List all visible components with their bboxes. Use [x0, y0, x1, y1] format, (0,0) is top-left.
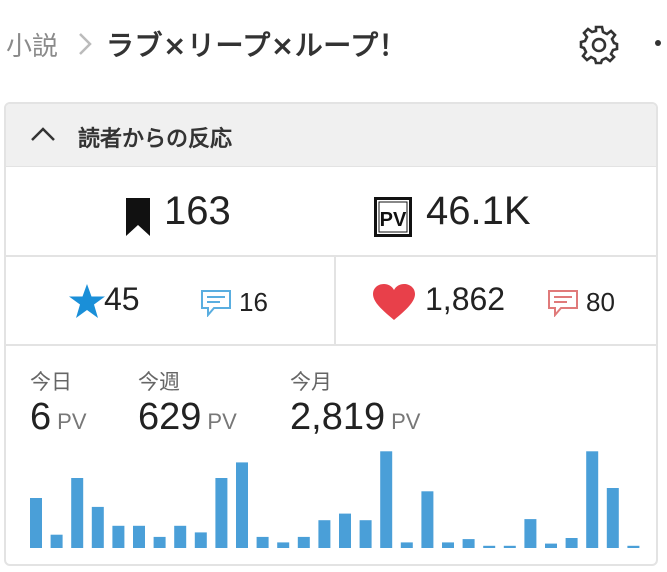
more-menu-icon[interactable] [655, 40, 661, 46]
chart-bar [442, 542, 454, 548]
header: 小説 ラブ×リープ×ループ！ [0, 0, 667, 88]
stat-unit: PV [207, 409, 237, 434]
chart-bar [483, 545, 496, 548]
stat-week-label: 今週 [138, 370, 180, 394]
bookmark-icon [126, 198, 150, 236]
chart-bar [256, 536, 269, 548]
stat-today-value: 6 [30, 396, 52, 438]
chart-bar [421, 491, 434, 548]
chart-bar [133, 525, 145, 548]
chart-bar [153, 536, 166, 548]
chart-bar [50, 534, 63, 548]
stat-week-value: 629 [138, 396, 202, 438]
gear-icon[interactable] [578, 24, 620, 66]
chart-bar [30, 498, 42, 548]
bookmark-count: 163 [164, 189, 231, 233]
chart-bar [503, 545, 516, 548]
breadcrumb-root[interactable]: 小説 [6, 26, 58, 63]
card-header[interactable]: 読者からの反応 [6, 104, 656, 166]
chart-bar [277, 542, 290, 548]
chart-bar [586, 451, 599, 548]
chart-bar [606, 488, 619, 548]
chart-bar [339, 513, 351, 548]
heart-icon [373, 284, 415, 320]
comment-count: 80 [586, 287, 615, 317]
chart-bar [565, 538, 578, 548]
stat-unit: PV [391, 409, 421, 434]
chart-bar [194, 532, 207, 548]
chart-bar [215, 478, 228, 548]
reader-reactions-card: 読者からの反応 163 PV 46.1K 45 16 1,862 80 今日 6… [4, 102, 658, 566]
chart-bar [380, 451, 393, 548]
card-title: 読者からの反応 [78, 127, 233, 152]
comment-icon [548, 290, 578, 317]
stat-today: 今日 6 PV [30, 366, 87, 439]
stat-month-label: 今月 [290, 370, 332, 394]
stat-week: 今週 629 PV [138, 366, 237, 439]
chart-bar [545, 543, 557, 548]
review-icon [201, 290, 231, 317]
chart-bar [236, 462, 248, 548]
pv-icon: PV [374, 197, 412, 237]
stat-month: 今月 2,819 PV [290, 366, 420, 439]
svg-text:PV: PV [380, 209, 407, 231]
chart-bar [359, 520, 372, 548]
daily-pv-chart [30, 451, 640, 548]
chart-bar [318, 520, 331, 548]
star-icon [69, 284, 105, 318]
chart-bar [91, 506, 104, 548]
stat-today-label: 今日 [30, 370, 72, 394]
divider [334, 257, 336, 344]
reactions-row: 45 16 1,862 80 [6, 257, 656, 346]
chart-bar [297, 536, 310, 548]
chevron-up-icon[interactable] [28, 122, 58, 146]
chart-bar [524, 519, 537, 548]
chart-bar [112, 525, 125, 548]
chart-bar [627, 545, 640, 548]
chart-bar [174, 525, 187, 548]
chart-bar [71, 478, 84, 548]
star-count: 45 [104, 281, 140, 317]
like-count: 1,862 [425, 281, 506, 317]
summary-row: 163 PV 46.1K [6, 166, 656, 257]
stat-unit: PV [57, 409, 87, 434]
chart-bar [400, 542, 413, 548]
chart-bar [462, 539, 475, 548]
page-title: ラブ×リープ×ループ！ [106, 29, 408, 62]
pv-count: 46.1K [426, 189, 531, 233]
review-count: 16 [239, 287, 268, 317]
stat-month-value: 2,819 [290, 396, 386, 438]
chevron-right-icon [79, 33, 92, 55]
